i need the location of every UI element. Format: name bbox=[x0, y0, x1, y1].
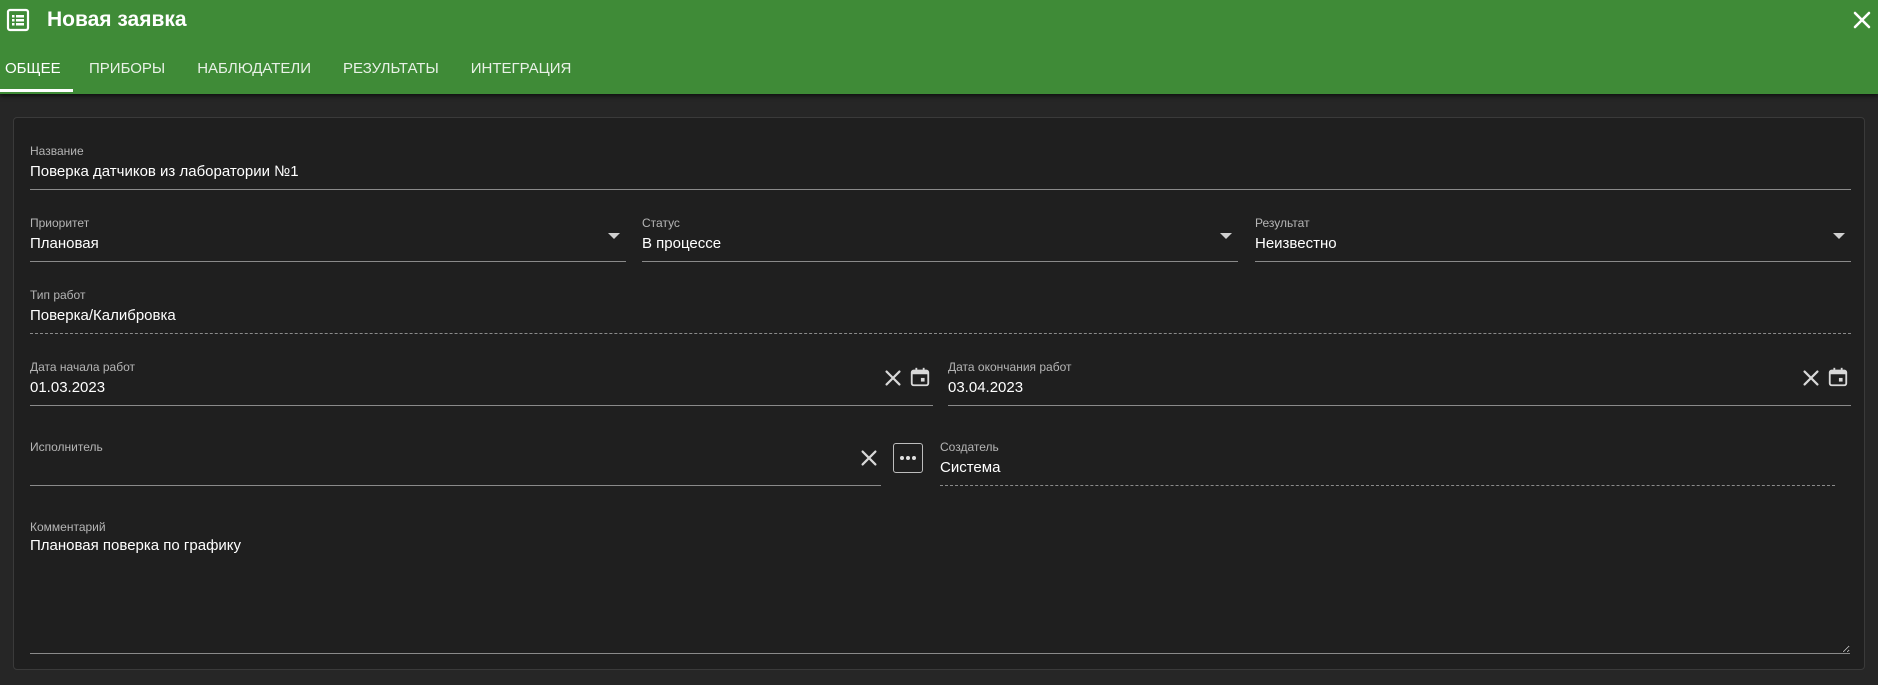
tab-bar: Общее Приборы Наблюдатели Результаты Инт… bbox=[0, 50, 571, 94]
clear-icon[interactable] bbox=[882, 367, 904, 389]
clear-icon[interactable] bbox=[858, 447, 880, 469]
result-label: Результат bbox=[1255, 216, 1310, 230]
window-title: Новая заявка bbox=[47, 8, 187, 31]
priority-select[interactable]: Приоритет Плановая bbox=[30, 214, 626, 262]
comment-label: Комментарий bbox=[30, 520, 106, 534]
calendar-icon[interactable] bbox=[909, 366, 931, 388]
chevron-down-icon[interactable] bbox=[1220, 233, 1232, 239]
tab-results[interactable]: Результаты bbox=[343, 50, 439, 94]
end-date-field[interactable]: Дата окончания работ 03.04.2023 bbox=[948, 358, 1851, 406]
priority-label: Приоритет bbox=[30, 216, 90, 230]
more-horiz-icon bbox=[900, 456, 916, 460]
tab-general[interactable]: Общее bbox=[0, 50, 73, 94]
chevron-down-icon[interactable] bbox=[608, 233, 620, 239]
name-value: Поверка датчиков из лаборатории №1 bbox=[30, 163, 299, 180]
comment-textarea[interactable]: Плановая поверка по графику bbox=[30, 537, 1850, 654]
work-type-label: Тип работ bbox=[30, 288, 86, 302]
end-date-label: Дата окончания работ bbox=[948, 360, 1072, 374]
creator-label: Создатель bbox=[940, 440, 999, 454]
tab-observers[interactable]: Наблюдатели bbox=[197, 50, 311, 94]
executor-field[interactable]: Исполнитель bbox=[30, 438, 881, 486]
executor-label: Исполнитель bbox=[30, 440, 103, 454]
status-select[interactable]: Статус В процессе bbox=[642, 214, 1238, 262]
dialog-header: Новая заявка Общее Приборы Наблюдатели Р… bbox=[0, 0, 1878, 94]
start-date-label: Дата начала работ bbox=[30, 360, 136, 374]
status-value: В процессе bbox=[642, 235, 722, 252]
close-icon[interactable] bbox=[1850, 8, 1874, 32]
start-date-value: 01.03.2023 bbox=[30, 379, 106, 396]
creator-value: Система bbox=[940, 459, 1001, 476]
name-field[interactable]: Название Поверка датчиков из лаборатории… bbox=[30, 142, 1851, 190]
select-executor-button[interactable] bbox=[893, 443, 923, 473]
tab-integration[interactable]: Интеграция bbox=[471, 50, 572, 94]
priority-value: Плановая bbox=[30, 235, 99, 252]
calendar-icon[interactable] bbox=[1827, 366, 1849, 388]
clear-icon[interactable] bbox=[1800, 367, 1822, 389]
creator-field: Создатель Система bbox=[940, 438, 1835, 486]
result-value: Неизвестно bbox=[1255, 235, 1337, 252]
end-date-value: 03.04.2023 bbox=[948, 379, 1024, 396]
work-type-field: Тип работ Поверка/Калибровка bbox=[30, 286, 1851, 334]
name-label: Название bbox=[30, 144, 84, 158]
tab-devices[interactable]: Приборы bbox=[89, 50, 165, 94]
title-bar: Новая заявка bbox=[0, 0, 1878, 42]
status-label: Статус bbox=[642, 216, 680, 230]
work-type-value: Поверка/Калибровка bbox=[30, 307, 176, 324]
chevron-down-icon[interactable] bbox=[1833, 233, 1845, 239]
start-date-field[interactable]: Дата начала работ 01.03.2023 bbox=[30, 358, 933, 406]
result-select[interactable]: Результат Неизвестно bbox=[1255, 214, 1851, 262]
list-icon bbox=[6, 8, 30, 32]
